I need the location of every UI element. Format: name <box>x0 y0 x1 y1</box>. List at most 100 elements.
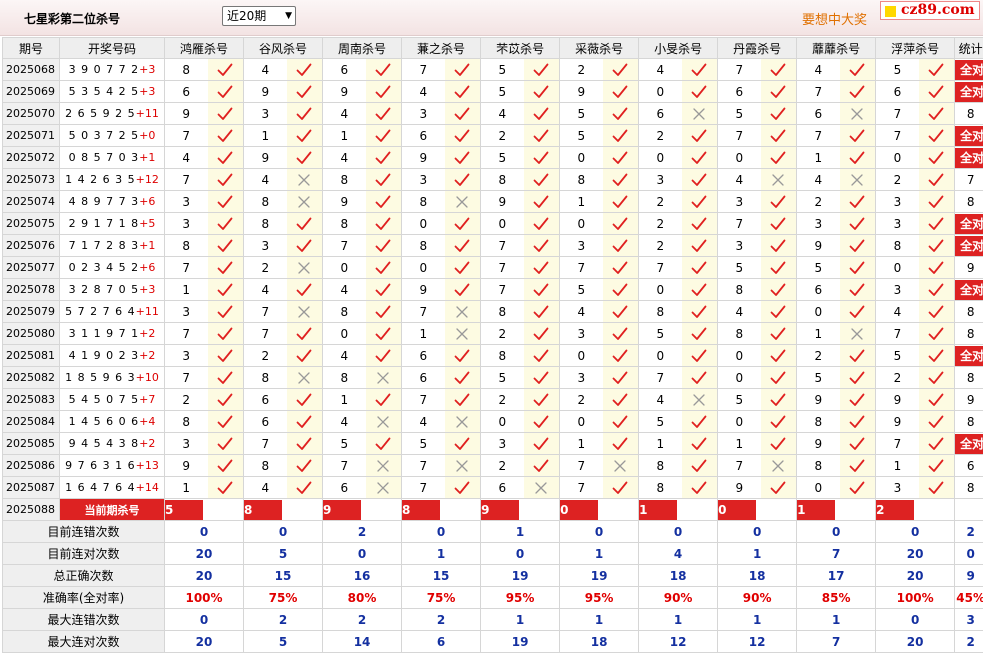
kill-number: 9 <box>243 80 287 103</box>
cross-icon <box>851 327 864 340</box>
stat-cell: 8 <box>954 410 983 433</box>
correct-mark <box>523 212 561 235</box>
all-correct-badge: 全对 <box>955 279 983 300</box>
check-icon <box>928 349 944 362</box>
kill-number: 3 <box>164 212 208 235</box>
check-icon <box>375 283 391 296</box>
check-icon <box>849 437 865 450</box>
wrong-mark <box>286 366 324 389</box>
draw-number: 5 4 5 0 7 5 <box>68 393 140 406</box>
stat-value: 19 <box>480 630 561 653</box>
correct-mark <box>444 58 482 81</box>
draw-number: 0 2 3 4 5 2 <box>68 261 140 274</box>
kill-number: 7 <box>559 256 603 279</box>
site-logo[interactable]: cz89.com <box>880 1 980 20</box>
stat-cell: 6 <box>954 454 983 477</box>
correct-mark <box>523 366 561 389</box>
kill-number: 9 <box>322 80 366 103</box>
issue-cell: 2025085 <box>2 432 60 455</box>
stat-value: 90% <box>717 586 798 609</box>
correct-mark <box>681 300 719 323</box>
kill-number: 3 <box>401 168 445 191</box>
wrong-mark <box>444 300 482 323</box>
check-icon <box>454 481 470 494</box>
correct-mark <box>839 146 877 169</box>
correct-mark <box>444 168 482 191</box>
kill-number: 4 <box>164 146 208 169</box>
check-icon <box>849 239 865 252</box>
check-icon <box>691 85 707 98</box>
period-select[interactable]: 近20期 ▼ <box>222 6 296 26</box>
ad-text[interactable]: 要想中大奖 <box>802 9 867 28</box>
kill-number: 7 <box>164 366 208 389</box>
stat-cell: 8 <box>954 190 983 213</box>
draw-number: 1 6 4 7 6 4 <box>65 481 136 494</box>
check-icon <box>691 415 707 428</box>
column-header: 鸿雁杀号 <box>163 37 245 59</box>
table-row: 2025072 0 8 5 7 0 3+1 4 9 4 9 5 0 0 0 1 0 全对 <box>2 146 983 169</box>
current-kill-number: 5 <box>165 499 203 520</box>
kill-number: 4 <box>875 300 919 323</box>
correct-mark <box>760 58 798 81</box>
cross-icon <box>377 481 389 494</box>
stat-cell: 全对 <box>954 146 983 169</box>
column-header: 浮萍杀号 <box>875 37 956 59</box>
stat-value: 8 <box>966 304 975 319</box>
kill-number: 4 <box>322 146 366 169</box>
spacer-cell <box>523 498 561 521</box>
kill-number: 3 <box>243 102 287 125</box>
check-icon <box>217 107 233 120</box>
check-icon <box>849 129 865 142</box>
check-icon <box>217 349 233 362</box>
wrong-mark <box>444 410 482 433</box>
check-icon <box>533 195 549 208</box>
check-icon <box>296 393 312 406</box>
draw-number: 9 4 5 4 3 8 <box>68 437 140 450</box>
page-header: 七星彩第二位杀号 近20期 ▼ 要想中大奖 cz89.com <box>0 0 983 36</box>
correct-mark <box>839 278 877 301</box>
correct-mark <box>444 344 482 367</box>
issue-cell: 2025070 <box>2 102 60 125</box>
correct-mark <box>760 234 798 257</box>
check-icon <box>849 217 865 230</box>
kill-number: 8 <box>164 58 208 81</box>
draw-number-cell: 1 8 5 9 6 3+10 <box>59 366 165 389</box>
check-icon <box>691 437 707 450</box>
check-icon <box>770 195 786 208</box>
table-row: 2025083 5 4 5 0 7 5+7 2 6 1 7 2 2 4 5 9 9 9 <box>2 388 983 411</box>
correct-mark <box>365 388 403 411</box>
stat-cell: 全对 <box>954 58 983 81</box>
correct-mark <box>918 80 956 103</box>
correct-mark <box>918 322 956 345</box>
correct-mark <box>681 234 719 257</box>
current-kill-number: 8 <box>244 499 283 520</box>
column-header: 小旻杀号 <box>638 37 719 59</box>
check-icon <box>533 217 549 230</box>
stat-label: 准确率(全对率) <box>2 586 165 609</box>
correct-mark <box>286 212 324 235</box>
kill-number: 9 <box>796 234 840 257</box>
wrong-mark <box>365 476 403 499</box>
stat-value: 0 <box>163 608 245 631</box>
correct-mark <box>523 278 561 301</box>
empty-stat-cell <box>954 498 983 521</box>
kill-number: 9 <box>243 146 287 169</box>
draw-number-cell: 2 9 1 7 1 8+5 <box>59 212 165 235</box>
kill-number: 6 <box>164 80 208 103</box>
check-icon <box>375 239 391 252</box>
correct-mark <box>207 256 245 279</box>
kill-number: 7 <box>480 256 524 279</box>
check-icon <box>770 415 786 428</box>
check-icon <box>849 63 865 76</box>
current-kill-cell: 9 <box>322 498 366 521</box>
correct-mark <box>839 256 877 279</box>
correct-mark <box>365 300 403 323</box>
draw-number-cell: 0 8 5 7 0 3+1 <box>59 146 165 169</box>
correct-mark <box>523 322 561 345</box>
stat-value: 2 <box>322 520 403 543</box>
kill-number: 4 <box>638 388 682 411</box>
kill-number: 8 <box>401 190 445 213</box>
check-icon <box>454 371 470 384</box>
correct-mark <box>681 454 719 477</box>
kill-number: 2 <box>559 388 603 411</box>
